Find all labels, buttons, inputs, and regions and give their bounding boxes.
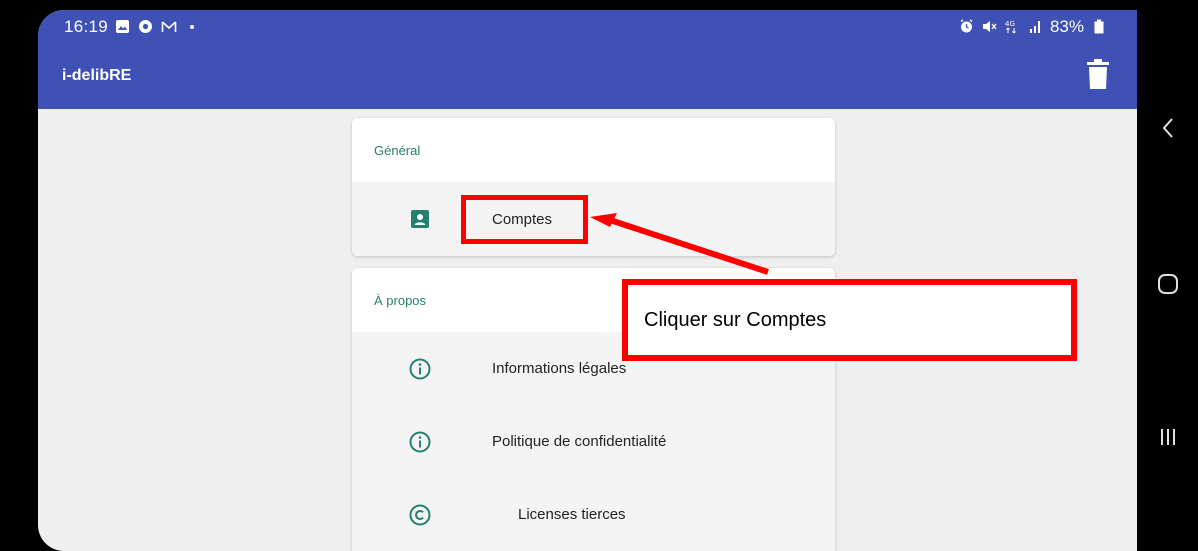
gmail-icon <box>160 18 177 35</box>
delete-button[interactable] <box>1083 56 1113 96</box>
settings-item-label: Politique de confidentialité <box>492 433 667 450</box>
status-bar: 16:19 4G 83% <box>38 10 1137 43</box>
back-icon <box>1161 117 1175 144</box>
alarm-icon <box>958 18 975 35</box>
settings-item-label: Informations légales <box>492 360 627 377</box>
status-right: 4G 83% <box>958 10 1107 43</box>
settings-item-licenses[interactable]: Licenses tierces <box>352 478 835 551</box>
dot-icon <box>183 18 200 35</box>
battery-icon <box>1090 18 1107 35</box>
recents-icon <box>1159 427 1177 452</box>
home-button[interactable] <box>1137 256 1198 316</box>
recents-button[interactable] <box>1137 409 1198 469</box>
settings-item-comptes[interactable]: Comptes <box>352 182 835 256</box>
annotation-highlight-box <box>461 195 588 244</box>
4g-icon: 4G <box>1004 18 1021 35</box>
general-card: Général Comptes <box>352 118 835 256</box>
annotation-callout: Cliquer sur Comptes <box>622 279 1077 361</box>
image-icon <box>114 18 131 35</box>
app-screen: 16:19 4G 83% i-delibRE Général Comptes À… <box>38 10 1137 551</box>
status-left: 16:19 <box>64 17 200 37</box>
account-box-icon <box>409 208 431 230</box>
device-frame: 16:19 4G 83% i-delibRE Général Comptes À… <box>0 0 1198 551</box>
svg-text:4G: 4G <box>1005 20 1015 28</box>
status-time: 16:19 <box>64 16 109 36</box>
info-icon <box>409 431 431 453</box>
settings-item-label: Licenses tierces <box>518 506 626 523</box>
home-icon <box>1157 273 1179 300</box>
callout-text: Cliquer sur Comptes <box>644 308 827 331</box>
section-header-general: Général <box>352 118 835 182</box>
app-title: i-delibRE <box>62 67 132 84</box>
battery-percent: 83% <box>1049 16 1084 36</box>
navigation-bar <box>1137 0 1198 551</box>
copyright-icon <box>409 504 431 526</box>
app-bar: i-delibRE <box>38 43 1137 109</box>
settings-item-privacy[interactable]: Politique de confidentialité <box>352 405 835 478</box>
signal-icon <box>1027 18 1044 35</box>
info-icon <box>409 358 431 380</box>
trash-icon <box>1087 58 1109 94</box>
back-button[interactable] <box>1137 100 1198 160</box>
chrome-icon <box>137 18 154 35</box>
mute-icon <box>981 18 998 35</box>
